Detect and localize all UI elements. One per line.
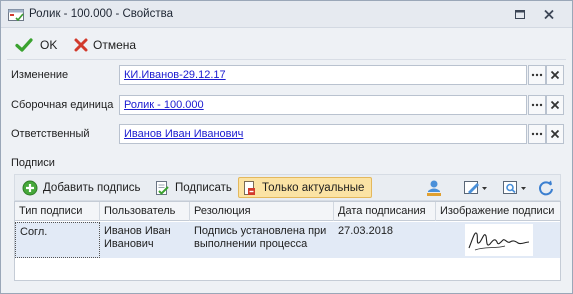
ok-button[interactable]: OK [15, 34, 57, 55]
cancel-x-icon [74, 38, 88, 51]
field-assembly: Сборочная единица Ролик - 100.000 [1, 95, 572, 117]
clear-x-icon [550, 70, 560, 80]
cell-resolution-line2: выполнении процесса [194, 238, 308, 250]
cell-user-line1: Иванов Иван [104, 225, 171, 237]
field-change-clear-button[interactable] [546, 65, 564, 85]
column-header-signature-image[interactable]: Изображение подписи [436, 202, 560, 221]
app-properties-icon [8, 9, 24, 21]
signatures-toolbar: Добавить подпись Подписать Только актуал… [14, 174, 561, 201]
field-change-input[interactable]: КИ.Иванов-29.12.17 [119, 65, 527, 85]
edit-dropdown-button[interactable] [461, 177, 491, 198]
field-assembly-browse-button[interactable] [528, 95, 546, 115]
title-bar: Ролик - 100.000 - Свойства [1, 1, 572, 28]
column-header-date[interactable]: Дата подписания [334, 202, 436, 221]
signatures-section-title: Подписи [11, 157, 55, 169]
only-actual-toggle[interactable]: Только актуальные [238, 177, 372, 198]
field-responsible-clear-button[interactable] [546, 124, 564, 144]
refresh-icon [539, 180, 553, 195]
field-change-label: Изменение [11, 69, 69, 81]
cancel-button[interactable]: Отмена [73, 34, 136, 55]
refresh-button[interactable] [535, 177, 557, 198]
clear-x-icon [550, 129, 560, 139]
field-responsible-browse-button[interactable] [528, 124, 546, 144]
column-header-resolution[interactable]: Резолюция [190, 202, 334, 221]
grid-header: Тип подписи Пользователь Резолюция Дата … [15, 202, 560, 221]
field-change-link[interactable]: КИ.Иванов-29.12.17 [124, 69, 226, 81]
add-signature-button[interactable]: Добавить подпись [18, 177, 145, 198]
user-stamp-icon [427, 180, 441, 196]
field-assembly-clear-button[interactable] [546, 95, 564, 115]
cell-type[interactable]: Согл. [15, 222, 100, 258]
cell-user[interactable]: Иванов Иван Иванович [100, 222, 190, 258]
signatures-grid: Тип подписи Пользователь Резолюция Дата … [14, 201, 561, 281]
column-header-user[interactable]: Пользователь [100, 202, 190, 221]
view-dropdown-button[interactable] [500, 177, 530, 198]
restore-window-icon[interactable] [512, 7, 528, 22]
field-assembly-input[interactable]: Ролик - 100.000 [119, 95, 527, 115]
field-responsible-link[interactable]: Иванов Иван Иванович [124, 128, 243, 140]
close-window-icon[interactable] [541, 7, 557, 22]
table-row[interactable]: Согл. Иванов Иван Иванович Подпись устан… [15, 222, 560, 258]
field-responsible-label: Ответственный [11, 128, 90, 140]
checkmark-icon [15, 37, 33, 52]
handwritten-signature-image [465, 224, 533, 256]
add-signature-label: Добавить подпись [43, 181, 141, 194]
cell-date[interactable]: 27.03.2018 [334, 222, 436, 258]
cell-user-line2: Иванович [104, 238, 154, 250]
field-responsible: Ответственный Иванов Иван Иванович [1, 124, 572, 146]
sign-label: Подписать [175, 181, 232, 194]
cell-resolution[interactable]: Подпись установлена при выполнении проце… [190, 222, 334, 258]
clear-x-icon [550, 100, 560, 110]
ellipsis-icon [531, 103, 543, 107]
dialog-toolbar: OK Отмена [1, 29, 572, 59]
cancel-button-label: Отмена [93, 37, 137, 52]
ok-button-label: OK [40, 37, 58, 52]
add-icon [22, 180, 38, 195]
ellipsis-icon [531, 132, 543, 136]
user-stamp-button[interactable] [423, 177, 445, 198]
edit-dropdown-icon [464, 180, 487, 194]
filter-document-icon [244, 180, 255, 195]
field-change: Изменение КИ.Иванов-29.12.17 [1, 65, 572, 87]
field-responsible-input[interactable]: Иванов Иван Иванович [119, 124, 527, 144]
view-dropdown-icon [503, 180, 526, 194]
window-title: Ролик - 100.000 - Свойства [29, 8, 173, 20]
ellipsis-icon [531, 73, 543, 77]
only-actual-label: Только актуальные [262, 181, 365, 194]
sign-button[interactable]: Подписать [151, 177, 236, 198]
field-assembly-label: Сборочная единица [11, 99, 114, 111]
cell-resolution-line1: Подпись установлена при [194, 225, 327, 237]
toolbar-divider [7, 59, 566, 60]
field-assembly-link[interactable]: Ролик - 100.000 [124, 99, 204, 111]
properties-window: Ролик - 100.000 - Свойства OK Отмена Изм… [0, 0, 573, 294]
column-header-type[interactable]: Тип подписи [15, 202, 100, 221]
field-change-browse-button[interactable] [528, 65, 546, 85]
sign-document-icon [156, 180, 169, 195]
